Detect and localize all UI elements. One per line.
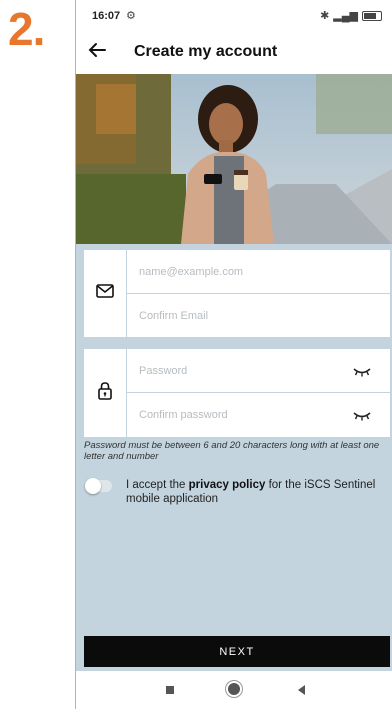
phone-screen: 16:07 ⚙ ✱ ▂▄▆ Create my account name@exa… [75,0,392,709]
confirm-password-input[interactable] [127,393,390,436]
back-arrow-icon[interactable] [86,39,108,61]
email-input[interactable] [127,250,390,293]
privacy-consent: I accept the privacy policy for the iSCS… [85,478,386,510]
confirm-email-input[interactable] [127,294,390,337]
step-number: 2. [8,3,45,55]
email-card [84,250,390,337]
status-time: 16:07 [92,10,121,22]
page-title: Create my account [134,43,278,60]
email-icon-cell [84,250,127,337]
privacy-consent-toggle[interactable] [85,478,112,494]
envelope-icon [96,284,114,303]
status-bar: 16:07 ⚙ ✱ ▂▄▆ [76,0,392,30]
nav-back-icon[interactable] [298,685,305,695]
password-input[interactable] [127,349,390,392]
system-nav-bar [76,671,392,709]
bluetooth-icon: ✱ [320,10,330,22]
battery-icon [362,10,382,21]
next-button[interactable]: NEXT [84,636,390,667]
privacy-policy-link[interactable]: privacy policy [189,479,266,491]
lock-icon [98,381,112,405]
app-bar: Create my account [76,30,392,74]
hero-photo [76,74,392,244]
settings-notification-icon: ⚙ [126,10,136,22]
eye-closed-icon[interactable] [352,365,372,377]
consent-text: I accept the privacy policy for the iSCS… [126,478,386,506]
toggle-knob [85,478,101,494]
recent-apps-icon[interactable] [166,686,174,694]
consent-prefix: I accept the [126,479,189,491]
password-hint: Password must be between 6 and 20 charac… [84,440,380,462]
status-icons: ✱ ▂▄▆ [320,9,382,22]
home-icon[interactable] [228,683,240,695]
signal-icon: ▂▄▆ [333,10,358,22]
eye-closed-icon[interactable] [352,409,372,421]
password-icon-cell [84,349,127,437]
password-card [84,349,390,437]
